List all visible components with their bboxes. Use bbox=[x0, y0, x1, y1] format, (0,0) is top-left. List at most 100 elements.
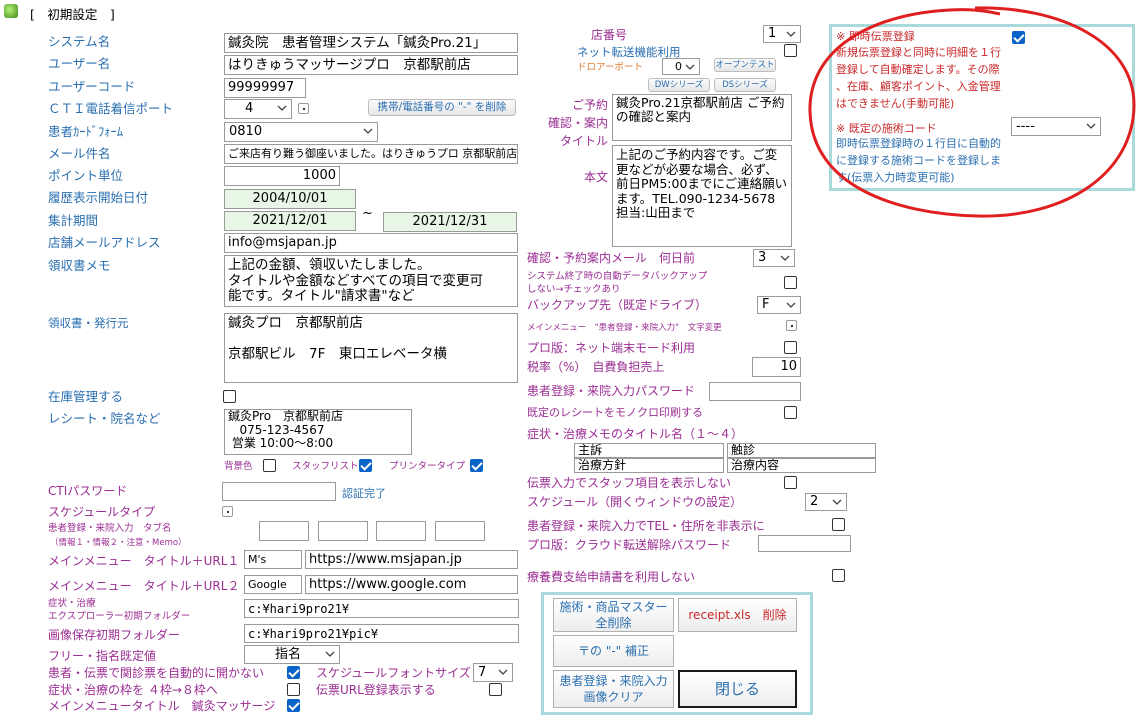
slip-url-label: 伝票URL登録表示する bbox=[316, 683, 436, 697]
cti-pw-input[interactable] bbox=[222, 482, 336, 501]
memo-title-label: 症状・治療メモのタイトル名（１～４） bbox=[527, 427, 744, 441]
point-unit-label: ポイント単位 bbox=[48, 168, 124, 183]
patient-pw-label: 患者登録・来院入力パスワード bbox=[527, 384, 696, 398]
tab-name-input-1[interactable] bbox=[259, 521, 309, 541]
bg-color-checkbox[interactable] bbox=[263, 459, 276, 472]
receipt-textarea[interactable]: 鍼灸Pro 京都駅前店 075-123-4567 営業 10:00～8:00 bbox=[224, 409, 412, 455]
menu-url2-title-input[interactable]: Google bbox=[244, 575, 302, 594]
staff-list-checkbox[interactable] bbox=[359, 459, 372, 472]
chevron-down-icon bbox=[363, 128, 373, 134]
default-code-value: ---- bbox=[1016, 119, 1035, 134]
schedule-select[interactable]: 2 bbox=[805, 493, 847, 511]
mail-subject-input[interactable]: ご来店有り難う御座いました。はりきゅうプロ 京都駅前店 bbox=[224, 144, 518, 164]
clear-master-button[interactable]: 施術・商品マスター 全削除 bbox=[553, 598, 674, 632]
confirm-days-select[interactable]: 3 bbox=[753, 249, 795, 267]
slip-url-checkbox[interactable] bbox=[489, 683, 502, 696]
net-forward-checkbox[interactable] bbox=[784, 44, 797, 57]
clear-image-button[interactable]: 患者登録・来院入力 画像クリア bbox=[553, 670, 674, 708]
cloud-pw-label: プロ版：クラウド転送解除パスワード bbox=[527, 538, 732, 552]
memo-title-input-1[interactable]: 主訴 bbox=[574, 443, 724, 458]
cti-port-select[interactable]: 4 bbox=[224, 99, 292, 119]
cloud-pw-input[interactable] bbox=[758, 535, 851, 552]
drawer-label: ドロアーポート bbox=[577, 62, 643, 73]
mono-print-checkbox[interactable] bbox=[784, 406, 797, 419]
stock-checkbox[interactable] bbox=[223, 390, 236, 403]
drawer-select[interactable]: 0 bbox=[662, 58, 700, 75]
schedule-type-button[interactable] bbox=[222, 506, 233, 517]
chevron-down-icon bbox=[498, 669, 508, 675]
menu-title-checkbox[interactable] bbox=[287, 699, 300, 712]
period-label: 集計期間 bbox=[48, 213, 99, 228]
ds-series-button[interactable]: DSシリーズ bbox=[714, 78, 776, 92]
tax-input[interactable]: 10 bbox=[752, 357, 801, 377]
menu-title-label: メインメニュータイトル 鍼灸マッサージ bbox=[48, 699, 276, 713]
mobile-hyphen-remove-button[interactable]: 携帯/電話番号の "-" を削除 bbox=[368, 99, 516, 116]
no-staff-label: 伝票入力でスタッフ項目を表示しない bbox=[527, 476, 732, 490]
chevron-down-icon bbox=[277, 105, 287, 111]
memo-title-input-4[interactable]: 治療内容 bbox=[727, 458, 876, 473]
body-textarea[interactable]: 上記のご予約内容です。ご変更などが必要な場合、必ず、前日PM5:00までにご連絡… bbox=[612, 145, 792, 247]
menu-url2-input[interactable]: https://www.google.com bbox=[305, 575, 518, 594]
delete-receipt-button[interactable]: receipt.xls 削除 bbox=[678, 598, 797, 632]
confirm-days-label: 確認・予約案内メール 何日前 bbox=[527, 251, 696, 265]
hide-tel-checkbox[interactable] bbox=[832, 518, 845, 531]
card-form-value: 0810 bbox=[229, 124, 263, 139]
postal-fix-button[interactable]: 〒の "-" 補正 bbox=[553, 635, 674, 667]
image-folder-label: 画像保存初期フォルダー bbox=[48, 628, 181, 642]
dw-series-button[interactable]: DWシリーズ bbox=[648, 78, 710, 92]
card-form-select[interactable]: 0810 bbox=[224, 122, 378, 142]
printer-type-checkbox[interactable] bbox=[470, 459, 483, 472]
explorer-folder-input[interactable]: c:¥hari9pro21¥ bbox=[244, 599, 519, 618]
free-select[interactable]: 指名 bbox=[244, 645, 340, 664]
period-from-input[interactable]: 2021/12/01 bbox=[224, 211, 356, 231]
receipt-memo-textarea[interactable]: 上記の金額、領収いたしました。 タイトルや金額などすべての項目で変更可 能です。… bbox=[224, 255, 518, 307]
system-name-input[interactable]: 鍼灸院 患者管理システム「鍼灸Pro.21」 bbox=[224, 33, 518, 53]
store-no-select[interactable]: 1 bbox=[763, 25, 801, 43]
system-name-label: システム名 bbox=[48, 34, 111, 49]
tab-name-input-2[interactable] bbox=[318, 521, 368, 541]
chevron-down-icon bbox=[786, 31, 796, 37]
history-start-input[interactable]: 2004/10/01 bbox=[224, 189, 356, 209]
backup-drive-value: F bbox=[762, 297, 770, 312]
store-mail-input[interactable]: info@msjapan.jp bbox=[224, 233, 518, 253]
tab-name-input-3[interactable] bbox=[376, 521, 426, 541]
open-test-button[interactable]: オープンテスト bbox=[714, 58, 776, 72]
pro-net-checkbox[interactable] bbox=[784, 341, 797, 354]
cti-port-button[interactable] bbox=[298, 103, 309, 114]
user-code-label: ユーザーコード bbox=[48, 79, 136, 94]
sched-font-select[interactable]: 7 bbox=[473, 663, 513, 682]
schedule-label: スケジュール（開くウィンドウの設定） bbox=[527, 495, 743, 509]
image-folder-input[interactable]: c:¥hari9pro21¥pic¥ bbox=[244, 624, 519, 643]
main-menu-text-button[interactable] bbox=[786, 320, 797, 331]
menu-url1-title-input[interactable]: M's bbox=[244, 550, 302, 569]
no-staff-checkbox[interactable] bbox=[784, 476, 797, 489]
window-title: [ 初期設定 ] bbox=[30, 7, 115, 22]
issuer-textarea[interactable]: 鍼灸プロ 京都駅前店 京都駅ビル 7F 東口エレベータ横 bbox=[224, 313, 518, 383]
patient-pw-input[interactable] bbox=[709, 382, 801, 401]
default-code-select[interactable]: ---- bbox=[1011, 117, 1101, 136]
tab-name-sub-label: （情報１・情報２・注意・Memo） bbox=[50, 538, 187, 548]
frame-checkbox[interactable] bbox=[287, 683, 300, 696]
tab-name-input-4[interactable] bbox=[435, 521, 485, 541]
auto-backup-checkbox[interactable] bbox=[784, 276, 797, 289]
reserve-title-textarea[interactable]: 鍼灸Pro.21京都駅前店 ご予約の確認と案内 bbox=[612, 94, 792, 141]
period-separator: ~ bbox=[362, 206, 373, 221]
receipt-label: レシート・院名など bbox=[48, 411, 161, 426]
point-unit-input[interactable]: 1000 bbox=[224, 166, 340, 186]
cti-pw-label: CTIパスワード bbox=[48, 484, 128, 498]
chevron-down-icon bbox=[685, 64, 695, 70]
medical-checkbox[interactable] bbox=[832, 569, 845, 582]
backup-drive-select[interactable]: F bbox=[757, 296, 801, 314]
confirm-days-value: 3 bbox=[758, 250, 767, 265]
close-button[interactable]: 閉じる bbox=[678, 670, 797, 708]
memo-title-input-2[interactable]: 触診 bbox=[727, 443, 876, 458]
user-code-input[interactable]: 99999997 bbox=[224, 78, 306, 98]
card-form-label: 患者ｶｰﾄﾞﾌｫｰﾑ bbox=[48, 124, 124, 139]
instant-slip-checkbox[interactable] bbox=[1012, 31, 1025, 44]
auto-slip-checkbox[interactable] bbox=[287, 666, 300, 679]
period-to-input[interactable]: 2021/12/31 bbox=[383, 212, 517, 232]
sched-font-label: スケジュールフォントサイズ bbox=[316, 666, 471, 680]
menu-url1-input[interactable]: https://www.msjapan.jp bbox=[305, 550, 518, 569]
user-name-input[interactable]: はりきゅうマッサージプロ 京都駅前店 bbox=[224, 55, 518, 75]
memo-title-input-3[interactable]: 治療方針 bbox=[574, 458, 724, 473]
